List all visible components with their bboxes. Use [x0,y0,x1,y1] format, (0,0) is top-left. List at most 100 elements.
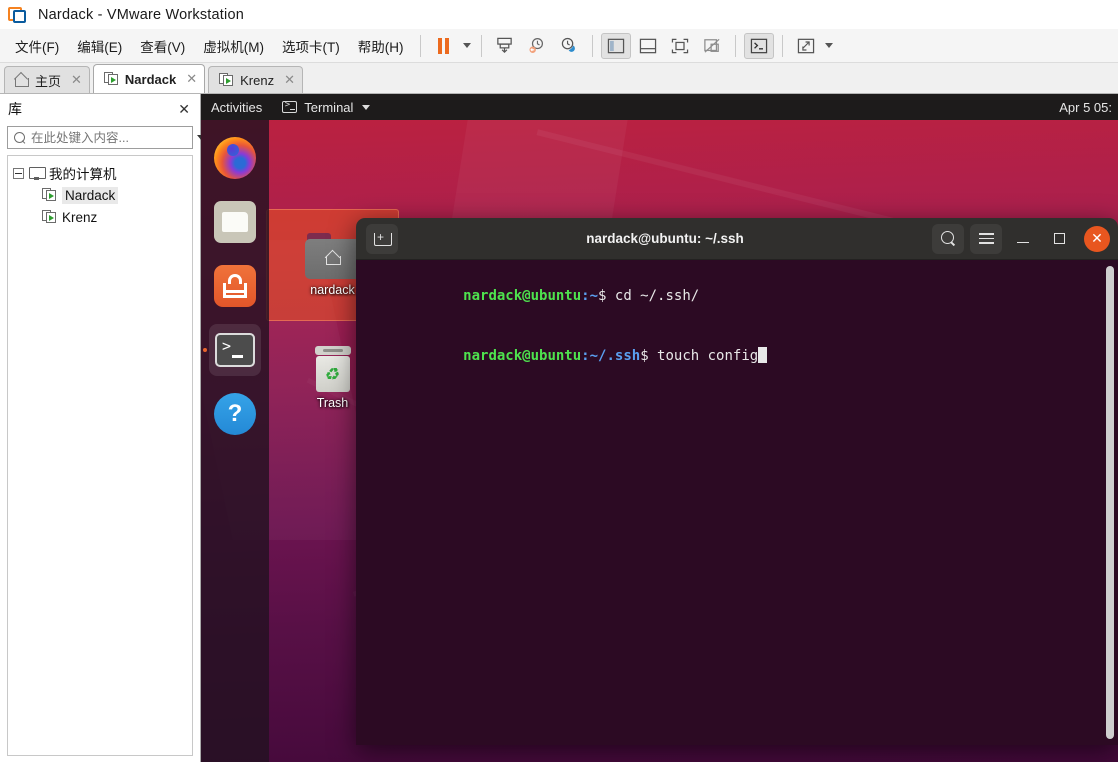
terminal-icon [215,333,255,367]
home-icon [15,74,29,87]
terminal-prompt-symbol: $ [640,348,658,364]
title-bar: Nardack - VMware Workstation [0,0,1118,29]
desktop-icon-nardack-label: nardack [310,283,355,297]
terminal-scrollbar[interactable] [1106,266,1114,739]
snapshot-manager-icon[interactable] [554,33,584,59]
hamburger-menu-icon[interactable] [970,223,1002,254]
library-panel: 库 ✕ 我的计算机 Nardack [0,94,207,762]
toolbar-separator [734,34,736,57]
tab-krenz[interactable]: Krenz ✕ [208,66,304,93]
library-header: 库 ✕ [0,94,200,124]
vm-icon [42,210,57,224]
terminal-prompt-user: nardack@ubuntu [463,288,582,304]
tab-nardack-close-icon[interactable]: ✕ [186,71,197,87]
snapshot-revert-icon[interactable] [522,33,552,59]
files-icon [214,201,256,243]
toolbar-separator [591,34,593,57]
computer-icon [29,166,46,180]
tab-nardack[interactable]: Nardack ✕ [92,64,206,93]
tab-strip: 主页 ✕ Nardack ✕ Krenz ✕ [0,63,1118,94]
vm-console-screen[interactable]: Activities Terminal Apr 5 05: [201,94,1118,762]
gnome-top-bar: Activities Terminal Apr 5 05: [201,94,1118,120]
dock-item-terminal[interactable] [209,324,261,376]
pause-dropdown-chevron-down-icon[interactable] [460,43,474,48]
terminal-prompt-symbol: $ [598,288,615,304]
terminal-line: nardack@ubuntu:~/.ssh$ touch config [362,326,1118,386]
tree-item-my-computer[interactable]: 我的计算机 [8,162,192,184]
tree-item-nardack-label: Nardack [62,186,119,204]
show-thumbnail-bar-icon[interactable] [633,33,663,59]
pause-icon[interactable] [429,33,459,59]
tree-item-my-computer-label: 我的计算机 [49,167,117,182]
terminal-prompt-path: :~/.ssh [581,348,641,364]
menu-bar: 文件(F) 编辑(E) 查看(V) 虚拟机(M) 选项卡(T) 帮助(H) [0,29,1118,63]
vmware-logo-icon [8,5,28,25]
search-input[interactable] [31,130,192,145]
dock-item-help[interactable]: ? [209,388,261,440]
dock-item-firefox[interactable] [209,132,261,184]
activities-button[interactable]: Activities [201,100,274,115]
minimize-icon[interactable] [1008,224,1038,254]
tree-item-nardack[interactable]: Nardack [8,184,192,206]
tab-krenz-close-icon[interactable]: ✕ [284,72,295,88]
dock-item-software[interactable] [209,260,261,312]
window-title: Nardack - VMware Workstation [38,6,244,23]
text-cursor [758,347,768,363]
library-search-box[interactable] [7,126,207,149]
tab-home-label: 主页 [35,73,62,89]
menu-view[interactable]: 查看(V) [131,32,194,60]
toolbar-separator [480,34,482,57]
home-folder-icon [304,233,361,279]
vmware-workstation-window: Nardack - VMware Workstation 文件(F) 编辑(E)… [0,0,1118,762]
terminal-title: nardack@ubuntu: ~/.ssh [586,231,744,246]
maximize-icon[interactable] [1044,224,1074,254]
terminal-window[interactable]: nardack@ubuntu: ~/.ssh ✕ nardack@ubuntu:… [356,218,1118,745]
library-close-icon[interactable]: ✕ [174,101,194,118]
terminal-prompt-user: nardack@ubuntu [463,348,582,364]
terminal-command: cd ~/.ssh/ [614,288,700,304]
snapshot-take-icon[interactable] [490,33,520,59]
toolbar-separator [781,34,783,57]
terminal-icon [282,100,298,113]
system-clock[interactable]: Apr 5 05: [1059,94,1112,120]
show-console-view-icon[interactable] [665,33,695,59]
app-menu-label: Terminal [304,99,354,115]
toolbar-separator [419,34,421,57]
show-library-icon[interactable] [600,32,631,59]
tab-nardack-label: Nardack [124,71,177,87]
terminal-command: touch config [657,348,759,364]
help-icon: ? [214,393,256,435]
terminal-title-bar[interactable]: nardack@ubuntu: ~/.ssh ✕ [356,218,1118,260]
hide-console-view-icon[interactable] [697,33,727,59]
workstation-body: 库 ✕ 我的计算机 Nardack [0,94,1118,762]
tab-home[interactable]: 主页 ✕ [4,66,90,93]
tree-item-krenz[interactable]: Krenz [8,206,192,228]
fullscreen-dropdown-chevron-down-icon[interactable] [822,43,836,48]
library-tree: 我的计算机 Nardack Krenz [7,155,193,756]
terminal-output-area[interactable]: nardack@ubuntu:~$ cd ~/.ssh/ nardack@ubu… [356,260,1118,745]
menu-vm[interactable]: 虚拟机(M) [194,32,273,60]
ubuntu-dock: ? [201,120,269,762]
menu-edit[interactable]: 编辑(E) [68,32,131,60]
enter-fullscreen-icon[interactable] [791,33,821,59]
vm-icon [103,72,119,86]
menu-help[interactable]: 帮助(H) [349,32,413,60]
tab-home-close-icon[interactable]: ✕ [71,72,82,88]
tree-item-krenz-label: Krenz [62,209,98,225]
menu-tabs[interactable]: 选项卡(T) [273,32,349,60]
dock-item-files[interactable] [209,196,261,248]
search-icon[interactable] [932,223,964,254]
library-title: 库 [8,101,22,117]
vm-icon [219,73,234,87]
terminal-prompt-path: :~ [581,288,599,304]
search-icon [14,131,26,144]
trash-icon: ♻ [313,346,353,392]
app-menu-terminal[interactable]: Terminal [274,100,378,115]
menu-file[interactable]: 文件(F) [6,32,68,60]
terminal-console-icon[interactable] [743,32,774,59]
chevron-down-icon [362,104,371,110]
tree-expander-icon[interactable] [13,167,24,179]
close-icon[interactable]: ✕ [1084,225,1110,252]
vm-icon [42,188,57,202]
new-tab-icon[interactable] [366,223,398,254]
